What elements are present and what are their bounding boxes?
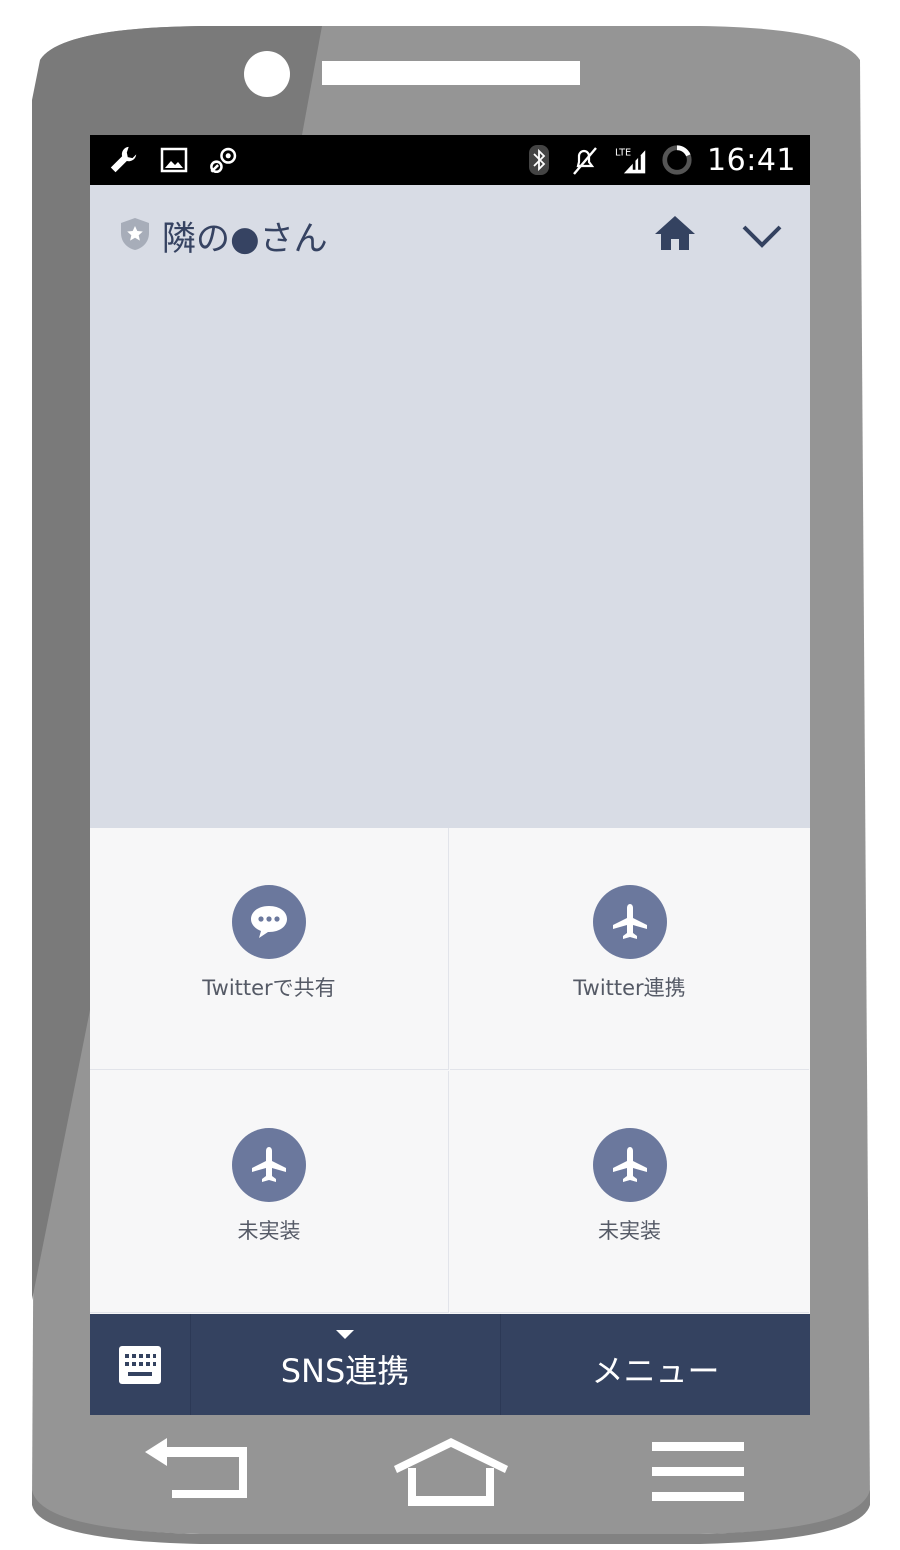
home-icon[interactable]	[652, 211, 698, 257]
menu-key-icon[interactable]	[652, 1442, 744, 1504]
menu-button[interactable]: メニュー	[501, 1314, 810, 1415]
chat-bubble-icon	[232, 885, 306, 959]
status-clock: 16:41	[707, 142, 796, 178]
menu-label: メニュー	[591, 1352, 720, 1390]
keyboard-icon	[119, 1345, 161, 1384]
grid-item-label: 未実装	[237, 1219, 301, 1243]
caret-down-icon	[336, 1330, 354, 1339]
grid-item-label: Twitterで共有	[202, 976, 336, 1000]
bottom-bar: SNS連携 メニュー	[90, 1314, 810, 1415]
airplane-icon	[232, 1128, 306, 1202]
mute-icon	[569, 144, 601, 176]
grid-item-unimplemented-2[interactable]: 未実装	[450, 1071, 809, 1313]
back-icon[interactable]	[145, 1438, 250, 1500]
shield-star-icon	[120, 217, 150, 255]
chevron-down-icon[interactable]	[738, 217, 786, 253]
phone-frame: LTE 16:41 隣の●さん Twitterで共有 Twitter連携 未実装…	[0, 0, 900, 1550]
grid-item-label: 未実装	[598, 1219, 661, 1243]
sns-link-button[interactable]: SNS連携	[190, 1314, 501, 1415]
sns-action-grid: Twitterで共有 Twitter連携 未実装 未実装	[90, 828, 810, 1314]
speaker-grille	[322, 61, 580, 85]
sync-icon	[208, 144, 240, 176]
grid-item-twitter-link[interactable]: Twitter連携	[450, 828, 809, 1070]
wrench-icon	[108, 144, 140, 176]
image-icon	[158, 144, 190, 176]
airplane-icon	[592, 885, 667, 959]
camera-icon	[244, 51, 290, 97]
grid-item-unimplemented-1[interactable]: 未実装	[90, 1071, 449, 1313]
bluetooth-icon	[523, 144, 555, 176]
airplane-icon	[592, 1128, 667, 1202]
chat-header: 隣の●さん	[90, 185, 810, 280]
home-key-icon[interactable]	[392, 1436, 510, 1506]
loading-ring-icon	[661, 144, 693, 176]
lte-signal-icon: LTE	[615, 144, 647, 176]
lte-label: LTE	[615, 148, 631, 159]
keyboard-button[interactable]	[90, 1314, 191, 1415]
chat-content-area	[90, 280, 810, 828]
chat-title: 隣の●さん	[162, 219, 328, 259]
sns-link-label: SNS連携	[280, 1352, 410, 1390]
grid-item-twitter-share[interactable]: Twitterで共有	[90, 828, 449, 1070]
screen: LTE 16:41 隣の●さん Twitterで共有 Twitter連携 未実装…	[90, 135, 810, 1415]
grid-item-label: Twitter連携	[573, 976, 686, 1000]
status-bar: LTE 16:41	[90, 135, 810, 185]
